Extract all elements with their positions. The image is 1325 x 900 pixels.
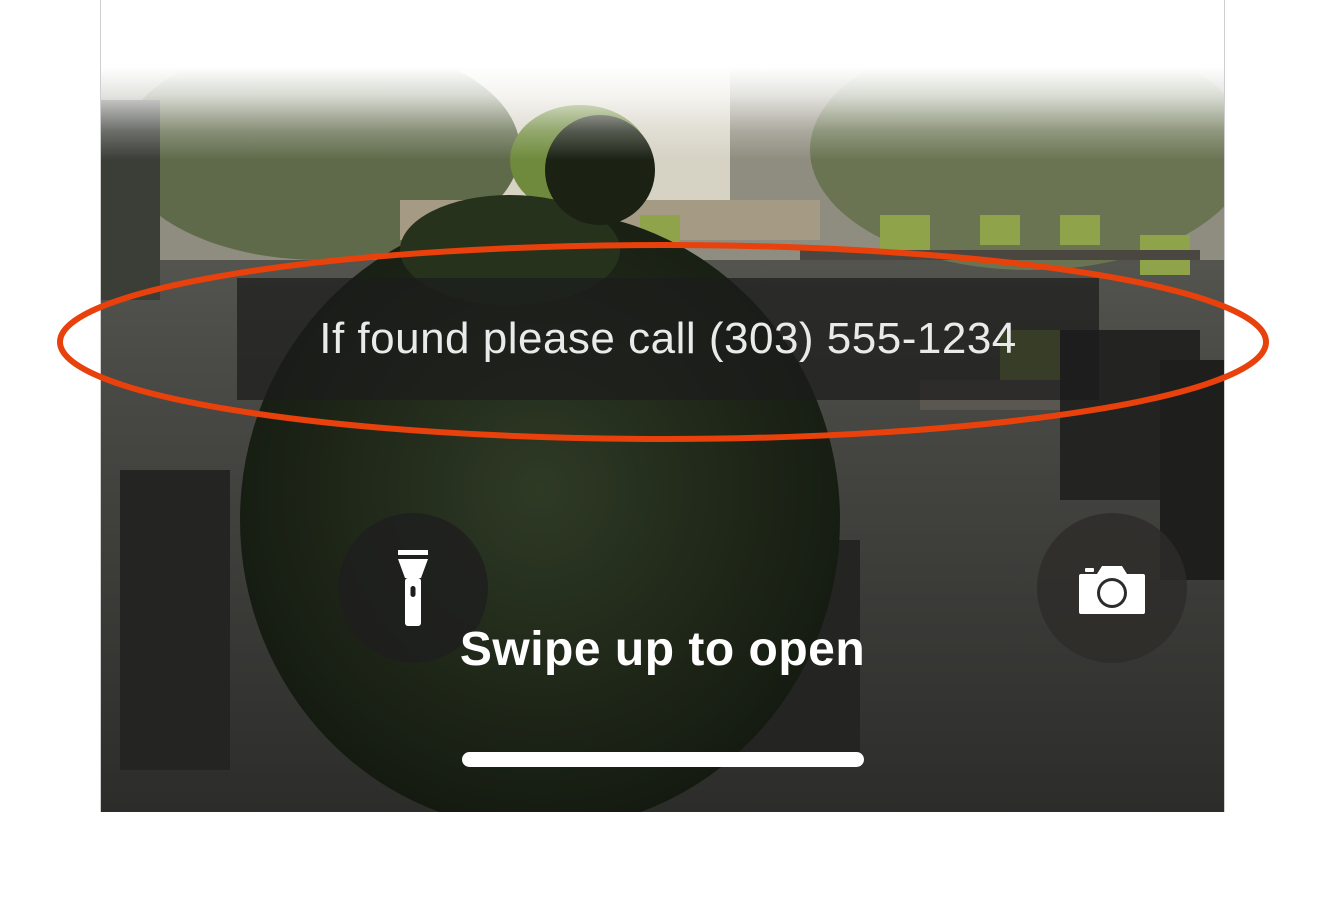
device-edge-left [100, 0, 101, 812]
lock-screen: If found please call (303) 555-1234 [100, 0, 1225, 812]
home-indicator-bar[interactable] [462, 752, 864, 767]
flashlight-icon [398, 550, 428, 626]
page: If found please call (303) 555-1234 Swip… [0, 0, 1325, 900]
owner-message-text: If found please call (303) 555-1234 [319, 314, 1017, 363]
swipe-up-label: Swipe up to open [459, 623, 866, 676]
top-fade [100, 0, 1225, 160]
camera-icon [1079, 566, 1145, 614]
owner-message-banner: If found please call (303) 555-1234 [237, 278, 1099, 400]
device-edge-right [1224, 0, 1225, 812]
